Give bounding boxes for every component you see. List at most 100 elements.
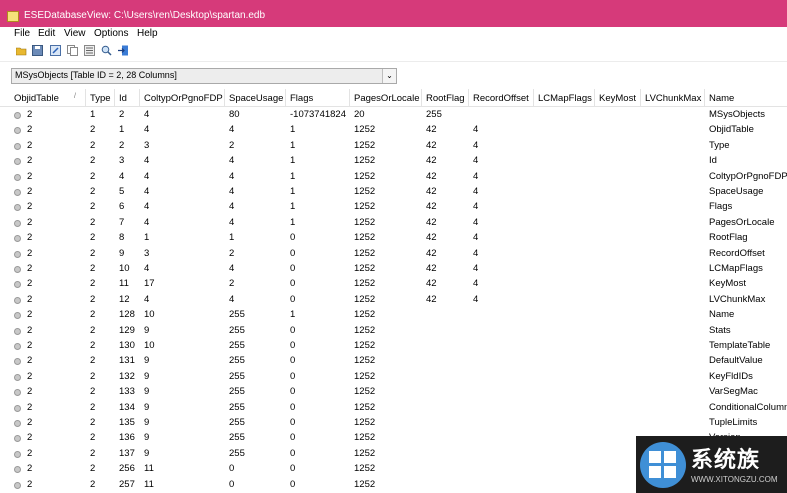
export-icon[interactable] [50,45,61,56]
column-header-keymost[interactable]: KeyMost [599,93,636,104]
record-bullet-icon [14,481,21,489]
column-header-type[interactable]: Type [90,93,111,104]
header-divider[interactable] [224,89,225,106]
cell-type: 2 [90,139,96,151]
table-row[interactable]: 2 1 2 4 80 -1073741824 20 255 MSysObjects [0,107,787,122]
header-divider[interactable] [533,89,534,106]
table-row[interactable]: 2 2 128 10 255 1 1252 Name [0,307,787,322]
table-row[interactable]: 2 2 7 4 4 1 1252 42 4 PagesOrLocale [0,215,787,230]
cell-id: 9 [119,247,125,259]
open-folder-icon[interactable] [16,45,27,56]
header-divider[interactable] [594,89,595,106]
cell-name: RecordOffset [709,247,765,259]
column-header-recordoffset[interactable]: RecordOffset [473,93,529,104]
table-row[interactable]: 2 2 2 3 2 1 1252 42 4 Type [0,138,787,153]
column-header-id[interactable]: Id [119,93,127,104]
find-icon[interactable] [101,45,112,56]
cell-coltyporpgnofdp: 4 [144,263,150,274]
save-icon[interactable] [32,45,43,56]
exit-icon[interactable] [118,45,129,56]
column-header-flags[interactable]: Flags [290,93,313,104]
properties-icon[interactable] [84,45,95,56]
cell-objidtable: 2 [27,447,33,459]
cell-id: 1 [119,124,125,136]
cell-id: 11 [119,278,129,290]
cell-objidtable: 2 [27,109,33,120]
cell-objidtable: 2 [27,201,33,213]
header-divider[interactable] [704,89,705,106]
table-row[interactable]: 2 2 8 1 1 0 1252 42 4 RootFlag [0,230,787,245]
header-divider[interactable] [468,89,469,106]
cell-spaceusage: 2 [229,247,235,259]
table-row[interactable]: 2 2 129 9 255 0 1252 Stats [0,323,787,338]
column-header-lvchunkmax[interactable]: LVChunkMax [645,93,701,104]
cell-spaceusage: 0 [229,478,235,490]
cell-type: 2 [90,355,96,367]
cell-recordoffset: 4 [473,124,479,136]
cell-recordoffset: 4 [473,155,479,167]
menu-options[interactable]: Options [94,28,128,39]
table-row[interactable]: 2 2 11 17 2 0 1252 42 4 KeyMost [0,276,787,291]
record-bullet-icon [14,343,21,350]
table-selector[interactable]: MSysObjects [Table ID = 2, 28 Columns] ⌄ [11,68,397,84]
table-row[interactable]: 2 2 1 4 4 1 1252 42 4 ObjidTable [0,122,787,137]
table-row[interactable]: 2 2 135 9 255 0 1252 TupleLimits [0,415,787,430]
header-divider[interactable] [139,89,140,106]
record-bullet-icon [14,327,21,335]
cell-flags: 0 [290,263,296,274]
cell-flags: 0 [290,447,296,459]
table-row[interactable]: 2 2 6 4 4 1 1252 42 4 Flags [0,199,787,214]
cell-flags: 1 [290,170,296,182]
table-row[interactable]: 2 2 131 9 255 0 1252 DefaultValue [0,353,787,368]
cell-name: ObjidTable [709,124,754,136]
header-divider[interactable] [421,89,422,106]
table-row[interactable]: 2 2 10 4 4 0 1252 42 4 LCMapFlags [0,261,787,276]
table-row[interactable]: 2 2 5 4 4 1 1252 42 4 SpaceUsage [0,184,787,199]
table-row[interactable]: 2 2 3 4 4 1 1252 42 4 Id [0,153,787,168]
table-row[interactable]: 2 2 134 9 255 0 1252 ConditionalColumn [0,400,787,415]
menu-help[interactable]: Help [137,28,158,39]
cell-flags: 1 [290,139,296,151]
cell-coltyporpgnofdp: 9 [144,324,150,336]
cell-rootflag: 42 [426,278,437,290]
column-header-objidtable[interactable]: ObjidTable [14,93,59,104]
column-header-name[interactable]: Name [709,93,734,104]
menu-file[interactable]: File [14,28,30,39]
record-bullet-icon [14,158,21,166]
column-header-spaceusage[interactable]: SpaceUsage [229,93,283,104]
table-selector-value: MSysObjects [Table ID = 2, 28 Columns] [15,70,177,80]
cell-name: DefaultValue [709,355,763,367]
header-divider[interactable] [85,89,86,106]
table-row[interactable]: 2 2 130 10 255 0 1252 TemplateTable [0,338,787,353]
table-row[interactable]: 2 2 133 9 255 0 1252 VarSegMac [0,384,787,399]
cell-spaceusage: 4 [229,124,235,136]
record-bullet-icon [14,435,21,443]
menu-view[interactable]: View [64,28,86,39]
column-header-rootflag[interactable]: RootFlag [426,93,465,104]
column-header-coltyporpgnofdp[interactable]: ColtypOrPgnoFDP [144,93,223,104]
menu-edit[interactable]: Edit [38,28,55,39]
table-row[interactable]: 2 2 9 3 2 0 1252 42 4 RecordOffset [0,246,787,261]
cell-name: LVChunkMax [709,293,766,305]
header-divider[interactable] [640,89,641,106]
chevron-down-icon[interactable]: ⌄ [382,69,396,83]
watermark-url: WWW.XITONGZU.COM [691,475,778,484]
cell-objidtable: 2 [27,463,33,475]
header-divider[interactable] [114,89,115,106]
column-header-lcmapflags[interactable]: LCMapFlags [538,93,592,104]
table-row[interactable]: 2 2 12 4 4 0 1252 42 4 LVChunkMax [0,292,787,307]
cell-coltyporpgnofdp: 9 [144,401,150,413]
toolbar [0,42,787,62]
column-header-pagesorlocale[interactable]: PagesOrLocale [354,93,419,104]
cell-flags: 1 [290,201,296,213]
table-row[interactable]: 2 2 132 9 255 0 1252 KeyFldIDs [0,369,787,384]
header-divider[interactable] [285,89,286,106]
copy-icon[interactable] [67,45,78,56]
header-divider[interactable] [349,89,350,106]
cell-name: Flags [709,201,733,213]
cell-rootflag: 42 [426,155,437,167]
table-row[interactable]: 2 2 4 4 4 1 1252 42 4 ColtypOrPgnoFDP [0,169,787,184]
cell-objidtable: 2 [27,401,33,413]
cell-id: 10 [119,263,130,274]
cell-id: 3 [119,155,125,167]
